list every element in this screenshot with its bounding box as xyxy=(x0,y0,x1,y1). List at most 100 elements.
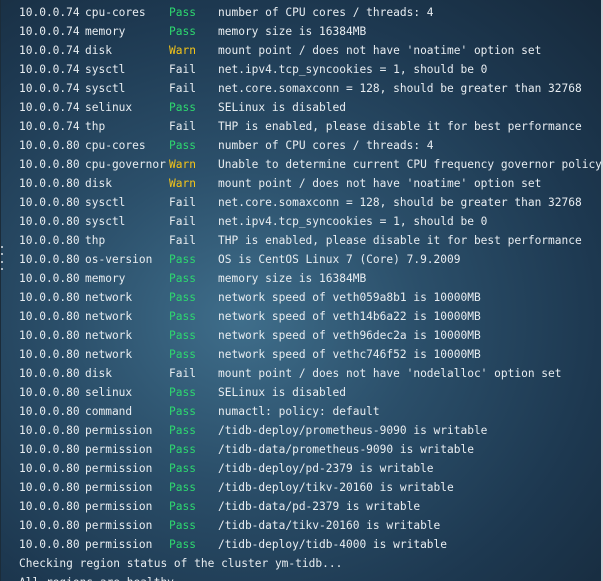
check-row: 10.0.0.74 cpu-cores Pass number of CPU core… xyxy=(0,3,601,22)
check-message: memory size is 16384MB xyxy=(218,272,367,285)
check-row: 10.0.0.80 thp Fail THP is enabled, please d… xyxy=(0,231,601,250)
check-name: permission xyxy=(85,538,153,551)
check-result: Pass xyxy=(169,272,196,285)
check-name: network xyxy=(85,348,133,361)
status-line: Checking region status of the cluster ym… xyxy=(19,557,343,570)
host-address: 10.0.0.80 xyxy=(19,253,80,266)
check-result: Pass xyxy=(169,386,196,399)
check-result: Pass xyxy=(169,405,196,418)
check-message: number of CPU cores / threads: 4 xyxy=(218,6,434,19)
check-row: 10.0.0.74 sysctl Fail net.core.somaxconn = … xyxy=(0,79,601,98)
check-message: net.core.somaxconn = 128, should be grea… xyxy=(218,196,582,209)
terminal-window[interactable]: 10.0.0.74 cpu-cores Pass number of CPU core… xyxy=(0,0,603,581)
check-message: mount point / does not have 'noatime' op… xyxy=(218,44,542,57)
check-message: /tidb-deploy/tikv-20160 is writable xyxy=(218,481,454,494)
check-message: network speed of veth96dec2a is 10000MB xyxy=(218,329,481,342)
check-message: /tidb-data/tikv-20160 is writable xyxy=(218,519,441,532)
check-name: sysctl xyxy=(85,82,126,95)
host-address: 10.0.0.74 xyxy=(19,44,80,57)
host-address: 10.0.0.80 xyxy=(19,177,80,190)
check-row: 10.0.0.80 disk Warn mount point / does not … xyxy=(0,174,601,193)
check-name: sysctl xyxy=(85,63,126,76)
check-message: THP is enabled, please disable it for be… xyxy=(218,120,582,133)
host-address: 10.0.0.80 xyxy=(19,329,80,342)
check-message: Unable to determine current CPU frequenc… xyxy=(218,158,602,171)
check-result: Pass xyxy=(169,500,196,513)
check-name: network xyxy=(85,329,133,342)
check-result: Pass xyxy=(169,348,196,361)
check-row: 10.0.0.80 network Pass network speed of vet… xyxy=(0,307,601,326)
check-row: 10.0.0.74 sysctl Fail net.ipv4.tcp_syncooki… xyxy=(0,60,601,79)
check-row: 10.0.0.74 memory Pass memory size is 16384M… xyxy=(0,22,601,41)
check-message: net.core.somaxconn = 128, should be grea… xyxy=(218,82,582,95)
check-row: 10.0.0.80 cpu-governor Warn Unable to deter… xyxy=(0,155,602,174)
host-address: 10.0.0.74 xyxy=(19,101,80,114)
check-name: sysctl xyxy=(85,196,126,209)
status-line: All regions are healthy. xyxy=(0,573,601,581)
host-address: 10.0.0.80 xyxy=(19,481,80,494)
check-name: cpu-cores xyxy=(85,139,146,152)
check-message: THP is enabled, please disable it for be… xyxy=(218,234,582,247)
check-name: command xyxy=(85,405,133,418)
check-message: /tidb-deploy/tidb-4000 is writable xyxy=(218,538,448,551)
host-address: 10.0.0.80 xyxy=(19,386,80,399)
check-result: Pass xyxy=(169,424,196,437)
check-result: Pass xyxy=(169,139,196,152)
check-name: permission xyxy=(85,481,153,494)
check-row: 10.0.0.80 permission Pass/tidb-deploy/tidb… xyxy=(0,535,601,554)
check-name: permission xyxy=(85,462,153,475)
check-row: 10.0.0.80 permission Pass/tidb-deploy/prom… xyxy=(0,421,601,440)
host-address: 10.0.0.74 xyxy=(19,6,80,19)
host-address: 10.0.0.80 xyxy=(19,424,80,437)
host-address: 10.0.0.80 xyxy=(19,519,80,532)
check-result: Pass xyxy=(169,6,196,19)
check-message: number of CPU cores / threads: 4 xyxy=(218,139,434,152)
check-result: Pass xyxy=(169,519,196,532)
check-result: Pass xyxy=(169,462,196,475)
host-address: 10.0.0.80 xyxy=(19,500,80,513)
check-message: /tidb-deploy/prometheus-9090 is writable xyxy=(218,424,488,437)
check-result: Pass xyxy=(169,310,196,323)
check-result: Pass xyxy=(169,443,196,456)
host-address: 10.0.0.80 xyxy=(19,348,80,361)
check-message: SELinux is disabled xyxy=(218,386,346,399)
host-address: 10.0.0.80 xyxy=(19,215,80,228)
check-name: disk xyxy=(85,44,112,57)
check-message: /tidb-data/pd-2379 is writable xyxy=(218,500,421,513)
check-name: cpu-governor xyxy=(85,158,166,171)
host-address: 10.0.0.80 xyxy=(19,538,80,551)
check-result: Pass xyxy=(169,291,196,304)
check-result: Pass xyxy=(169,538,196,551)
check-name: permission xyxy=(85,519,153,532)
check-row: 10.0.0.80 sysctl Fail net.ipv4.tcp_syncooki… xyxy=(0,212,601,231)
host-address: 10.0.0.80 xyxy=(19,291,80,304)
check-row: 10.0.0.80 selinux Pass SELinux is disabled xyxy=(0,383,601,402)
check-message: numactl: policy: default xyxy=(218,405,380,418)
host-address: 10.0.0.80 xyxy=(19,139,80,152)
check-row: 10.0.0.80 permission Pass/tidb-deploy/tikv… xyxy=(0,478,601,497)
check-name: cpu-cores xyxy=(85,6,146,19)
check-row: 10.0.0.80 cpu-cores Pass number of CPU core… xyxy=(0,136,601,155)
check-message: net.ipv4.tcp_syncookies = 1, should be 0 xyxy=(218,63,488,76)
check-name: memory xyxy=(85,272,126,285)
host-address: 10.0.0.80 xyxy=(19,234,80,247)
check-name: network xyxy=(85,291,133,304)
check-row: 10.0.0.80 network Pass network speed of vet… xyxy=(0,288,601,307)
check-row: 10.0.0.80 permission Pass/tidb-data/promet… xyxy=(0,440,601,459)
check-row: 10.0.0.74 disk Warn mount point / does not … xyxy=(0,41,601,60)
check-result: Fail xyxy=(169,63,196,76)
check-result: Fail xyxy=(169,196,196,209)
check-name: network xyxy=(85,310,133,323)
check-result: Pass xyxy=(169,481,196,494)
check-message: network speed of vethc746f52 is 10000MB xyxy=(218,348,481,361)
check-name: disk xyxy=(85,177,112,190)
check-result: Fail xyxy=(169,82,196,95)
check-result: Fail xyxy=(169,215,196,228)
check-result: Fail xyxy=(169,234,196,247)
check-result: Fail xyxy=(169,120,196,133)
host-address: 10.0.0.74 xyxy=(19,120,80,133)
check-message: mount point / does not have 'nodelalloc'… xyxy=(218,367,562,380)
check-name: selinux xyxy=(85,101,133,114)
check-row: 10.0.0.80 permission Pass/tidb-data/tikv-2… xyxy=(0,516,601,535)
check-message: OS is CentOS Linux 7 (Core) 7.9.2009 xyxy=(218,253,461,266)
